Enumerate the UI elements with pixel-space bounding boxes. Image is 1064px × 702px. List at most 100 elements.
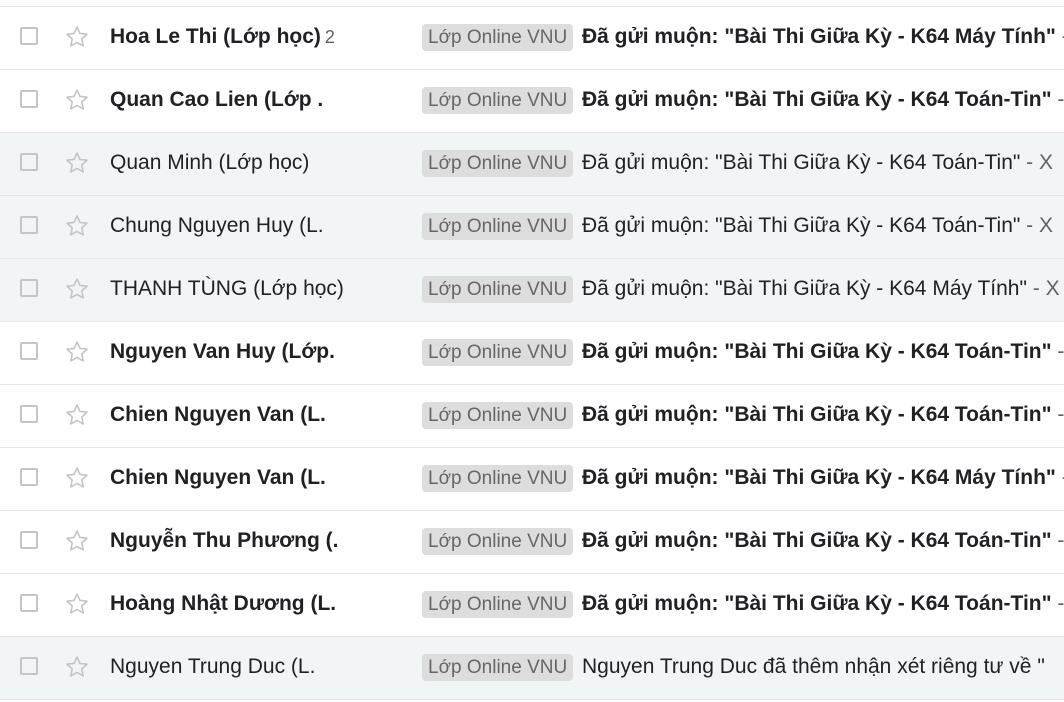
label-badge[interactable]: Lớp Online VNU bbox=[422, 24, 574, 51]
label-badge[interactable]: Lớp Online VNU bbox=[422, 150, 574, 177]
checkbox-icon[interactable] bbox=[20, 405, 38, 423]
snippet-text: - X bbox=[1020, 214, 1053, 237]
checkbox-icon[interactable] bbox=[20, 279, 38, 297]
sender-text: Chien Nguyen Van (L. bbox=[110, 466, 326, 489]
label-badge[interactable]: Lớp Online VNU bbox=[422, 402, 574, 429]
subject-text: Đã gửi muộn: "Bài Thi Giữa Kỳ - K64 Máy … bbox=[582, 277, 1027, 300]
subject-line: Đã gửi muộn: "Bài Thi Giữa Kỳ - K64 Máy … bbox=[582, 24, 1064, 50]
subject-text: Đã gửi muộn: "Bài Thi Giữa Kỳ - K64 Toán… bbox=[582, 403, 1052, 426]
star-icon[interactable] bbox=[64, 528, 90, 554]
sender-text: Nguyen Van Huy (Lớp. bbox=[110, 340, 335, 363]
thread-count: 2 bbox=[324, 27, 335, 47]
subject-line: Đã gửi muộn: "Bài Thi Giữa Kỳ - K64 Toán… bbox=[582, 150, 1053, 176]
sender-text: Nguyen Trung Duc (L. bbox=[110, 655, 316, 678]
checkbox-icon[interactable] bbox=[20, 594, 38, 612]
sender-name: THANH TÙNG (Lớp học) bbox=[110, 276, 348, 302]
snippet-text: - bbox=[1051, 403, 1064, 426]
sender-text: Chien Nguyen Van (L. bbox=[110, 403, 326, 426]
email-row[interactable]: Nguyen Trung Duc (L. Lớp Online VNU Nguy… bbox=[0, 637, 1064, 700]
sender-text: THANH TÙNG (Lớp học) bbox=[110, 277, 344, 300]
sender-name: Quan Cao Lien (Lớp . bbox=[110, 87, 327, 113]
checkbox-icon[interactable] bbox=[20, 342, 38, 360]
sender-name: Chien Nguyen Van (L. bbox=[110, 465, 330, 491]
email-row[interactable]: Hoa Le Thi (Lớp học) 2 Lớp Online VNU Đã … bbox=[0, 7, 1064, 70]
sender-text: Nguyễn Thu Phương (. bbox=[110, 529, 339, 552]
snippet-text: - X bbox=[1020, 151, 1053, 174]
email-row[interactable]: Quan Cao Lien (Lớp . Lớp Online VNU Đã g… bbox=[0, 70, 1064, 133]
subject-line: Đã gửi muộn: "Bài Thi Giữa Kỳ - K64 Toán… bbox=[582, 213, 1053, 239]
label-badge[interactable]: Lớp Online VNU bbox=[422, 276, 574, 303]
email-row[interactable]: Nguyễn Thu Phương (. Lớp Online VNU Đã g… bbox=[0, 511, 1064, 574]
subject-line: Đã gửi muộn: "Bài Thi Giữa Kỳ - K64 Toán… bbox=[582, 402, 1064, 428]
email-row[interactable]: Chung Nguyen Huy (L. Lớp Online VNU Đã g… bbox=[0, 196, 1064, 259]
subject-line: Đã gửi muộn: "Bài Thi Giữa Kỳ - K64 Máy … bbox=[582, 276, 1060, 302]
sender-text: Hoa Le Thi (Lớp học) bbox=[110, 25, 321, 48]
email-row[interactable]: Quan Minh (Lớp học) Lớp Online VNU Đã gử… bbox=[0, 133, 1064, 196]
email-row[interactable]: Chien Nguyen Van (L. Lớp Online VNU Đã g… bbox=[0, 385, 1064, 448]
sender-text: Chung Nguyen Huy (L. bbox=[110, 214, 324, 237]
email-row[interactable]: Hoàng Nhật Dương (L. Lớp Online VNU Đã g… bbox=[0, 574, 1064, 637]
sender-name: Chung Nguyen Huy (L. bbox=[110, 213, 328, 239]
checkbox-icon[interactable] bbox=[20, 153, 38, 171]
star-icon[interactable] bbox=[64, 654, 90, 680]
subject-line: Nguyen Trung Duc đã thêm nhận xét riêng … bbox=[582, 654, 1045, 680]
star-icon[interactable] bbox=[64, 339, 90, 365]
checkbox-icon[interactable] bbox=[20, 468, 38, 486]
snippet-text: - bbox=[1056, 466, 1064, 489]
subject-text: Đã gửi muộn: "Bài Thi Giữa Kỳ - K64 Toán… bbox=[582, 151, 1021, 174]
sender-name: Quan Minh (Lớp học) bbox=[110, 150, 313, 176]
label-badge[interactable]: Lớp Online VNU bbox=[422, 591, 574, 618]
checkbox-icon[interactable] bbox=[20, 657, 38, 675]
label-badge[interactable]: Lớp Online VNU bbox=[422, 87, 574, 114]
checkbox-icon[interactable] bbox=[20, 27, 38, 45]
checkbox-icon[interactable] bbox=[20, 216, 38, 234]
sender-text: Hoàng Nhật Dương (L. bbox=[110, 592, 337, 615]
label-badge[interactable]: Lớp Online VNU bbox=[422, 339, 574, 366]
subject-line: Đã gửi muộn: "Bài Thi Giữa Kỳ - K64 Toán… bbox=[582, 339, 1064, 365]
label-badge[interactable]: Lớp Online VNU bbox=[422, 465, 574, 492]
label-badge[interactable]: Lớp Online VNU bbox=[422, 654, 574, 681]
subject-text: Đã gửi muộn: "Bài Thi Giữa Kỳ - K64 Máy … bbox=[582, 25, 1056, 48]
subject-line: Đã gửi muộn: "Bài Thi Giữa Kỳ - K64 Máy … bbox=[582, 465, 1064, 491]
sender-name: Hoàng Nhật Dương (L. bbox=[110, 591, 340, 617]
subject-text: Đã gửi muộn: "Bài Thi Giữa Kỳ - K64 Toán… bbox=[582, 592, 1052, 615]
star-icon[interactable] bbox=[64, 24, 90, 50]
checkbox-icon[interactable] bbox=[20, 90, 38, 108]
label-badge[interactable]: Lớp Online VNU bbox=[422, 528, 574, 555]
subject-text: Đã gửi muộn: "Bài Thi Giữa Kỳ - K64 Máy … bbox=[582, 466, 1056, 489]
email-row[interactable]: Chien Nguyen Van (L. Lớp Online VNU Đã g… bbox=[0, 448, 1064, 511]
star-icon[interactable] bbox=[64, 402, 90, 428]
checkbox-icon[interactable] bbox=[20, 531, 38, 549]
email-row[interactable]: THANH TÙNG (Lớp học) Lớp Online VNU Đã g… bbox=[0, 259, 1064, 322]
subject-text: Đã gửi muộn: "Bài Thi Giữa Kỳ - K64 Toán… bbox=[582, 214, 1021, 237]
sender-name: Nguyễn Thu Phương (. bbox=[110, 528, 342, 554]
sender-name: Hoa Le Thi (Lớp học) 2 bbox=[110, 24, 335, 50]
snippet-text: - bbox=[1051, 88, 1064, 111]
sender-name: Chien Nguyen Van (L. bbox=[110, 402, 330, 428]
star-icon[interactable] bbox=[64, 213, 90, 239]
subject-line: Đã gửi muộn: "Bài Thi Giữa Kỳ - K64 Toán… bbox=[582, 87, 1064, 113]
snippet-text: - bbox=[1051, 592, 1064, 615]
snippet-text: - bbox=[1056, 25, 1064, 48]
subject-text: Đã gửi muộn: "Bài Thi Giữa Kỳ - K64 Toán… bbox=[582, 88, 1052, 111]
sender-text: Quan Minh (Lớp học) bbox=[110, 151, 310, 174]
sender-name: Nguyen Trung Duc (L. bbox=[110, 654, 319, 680]
subject-line: Đã gửi muộn: "Bài Thi Giữa Kỳ - K64 Toán… bbox=[582, 528, 1064, 554]
email-list: Hoa Le Thi (Lớp học) 2 Lớp Online VNU Đã … bbox=[0, 6, 1064, 700]
snippet-text: - X bbox=[1026, 277, 1060, 300]
snippet-text: - bbox=[1051, 529, 1064, 552]
subject-text: Nguyen Trung Duc đã thêm nhận xét riêng … bbox=[582, 655, 1045, 678]
sender-text: Quan Cao Lien (Lớp . bbox=[110, 88, 324, 111]
snippet-text: - bbox=[1051, 340, 1064, 363]
star-icon[interactable] bbox=[64, 276, 90, 302]
star-icon[interactable] bbox=[64, 150, 90, 176]
email-row[interactable]: Nguyen Van Huy (Lớp. Lớp Online VNU Đã g… bbox=[0, 322, 1064, 385]
subject-line: Đã gửi muộn: "Bài Thi Giữa Kỳ - K64 Toán… bbox=[582, 591, 1064, 617]
subject-text: Đã gửi muộn: "Bài Thi Giữa Kỳ - K64 Toán… bbox=[582, 340, 1052, 363]
star-icon[interactable] bbox=[64, 591, 90, 617]
subject-text: Đã gửi muộn: "Bài Thi Giữa Kỳ - K64 Toán… bbox=[582, 529, 1052, 552]
star-icon[interactable] bbox=[64, 87, 90, 113]
star-icon[interactable] bbox=[64, 465, 90, 491]
label-badge[interactable]: Lớp Online VNU bbox=[422, 213, 574, 240]
sender-name: Nguyen Van Huy (Lớp. bbox=[110, 339, 339, 365]
